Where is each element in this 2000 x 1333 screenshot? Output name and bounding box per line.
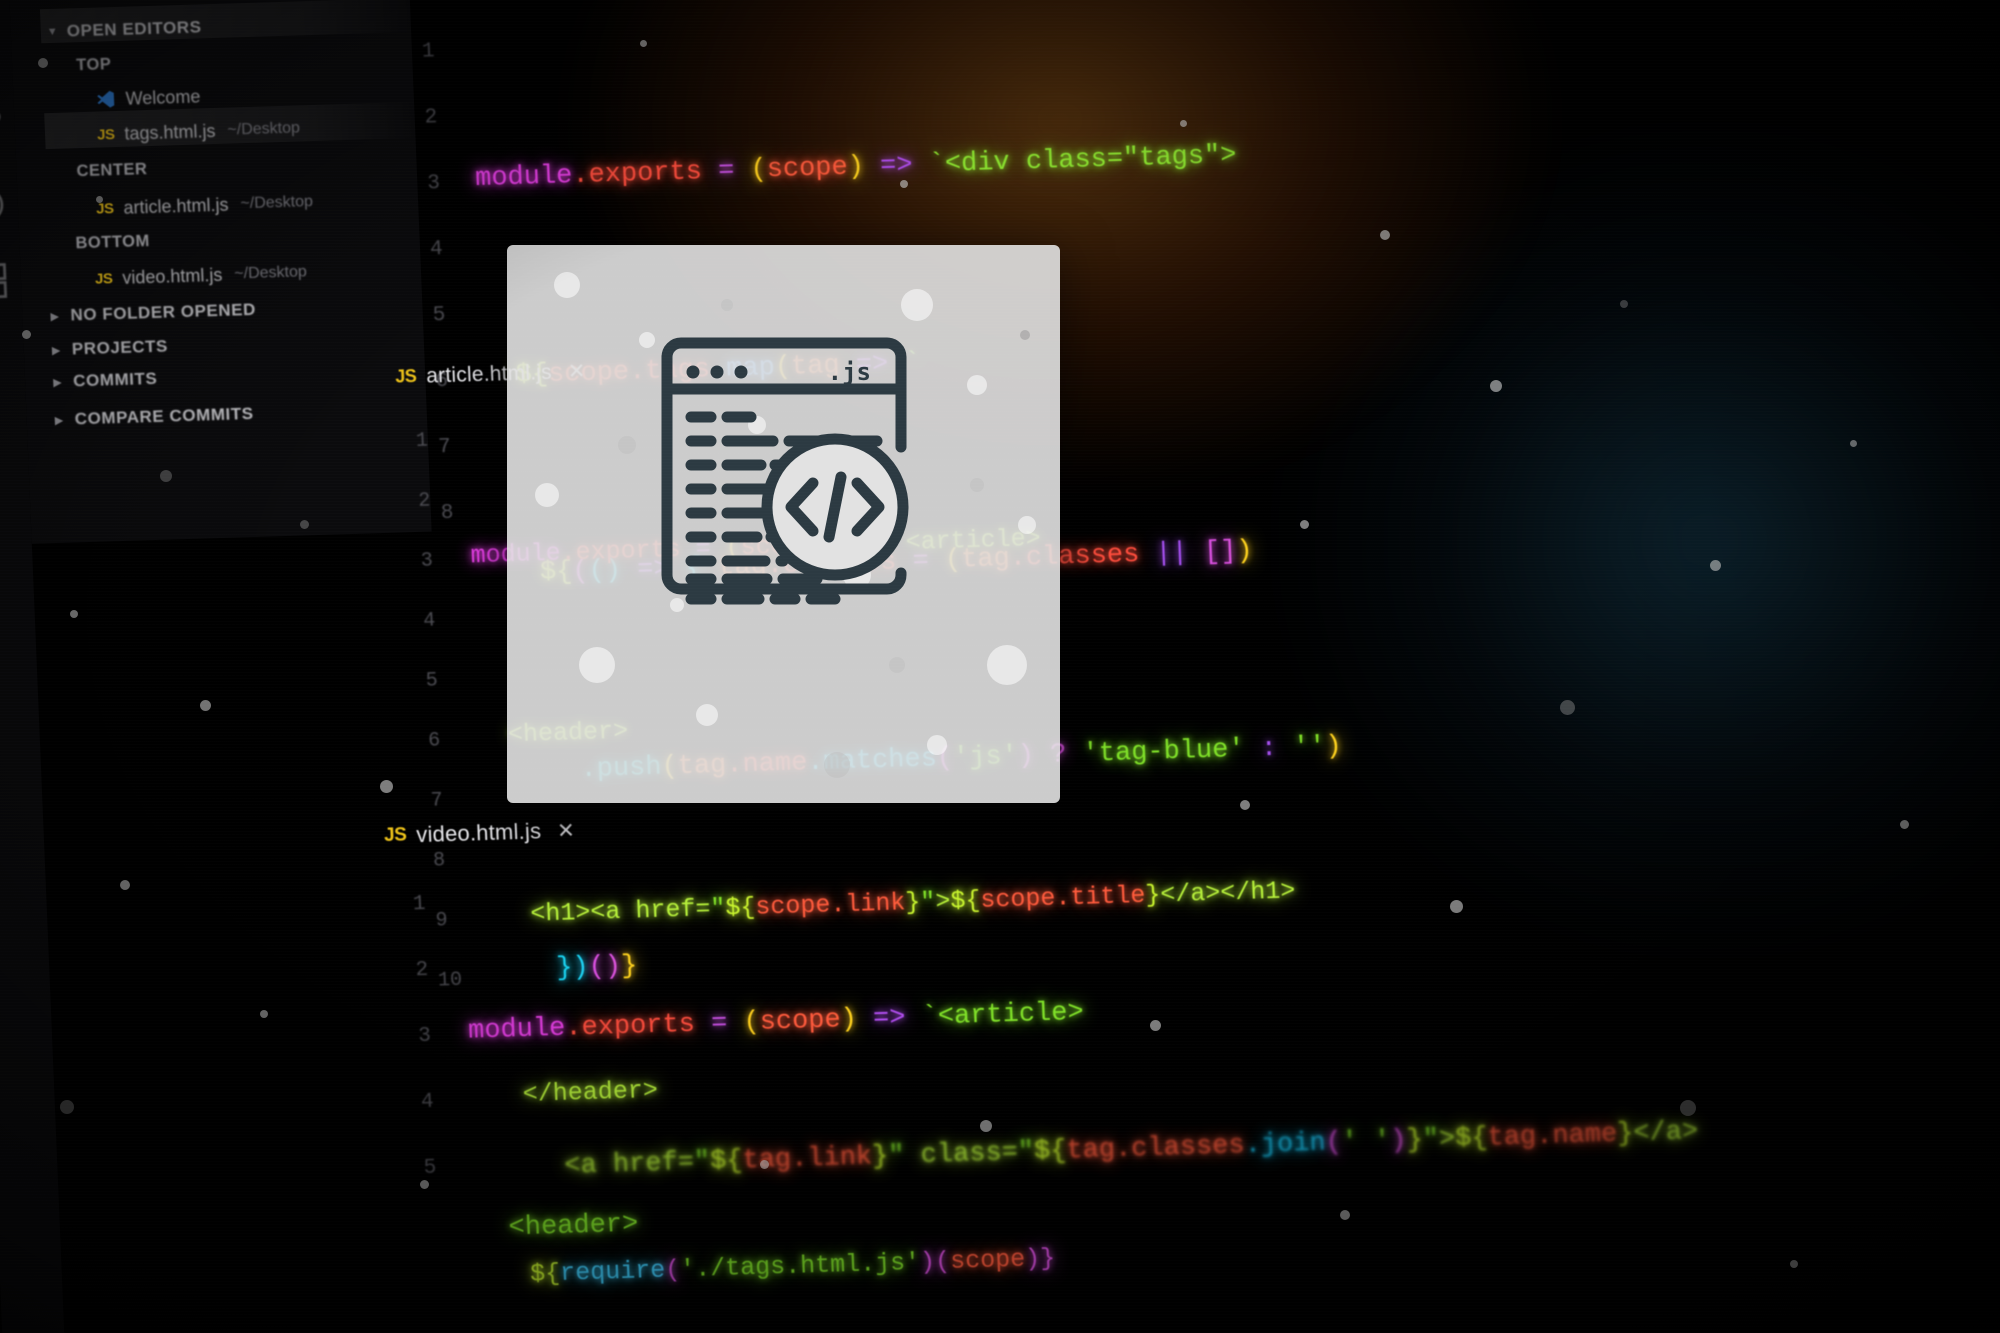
- js-icon: JS: [96, 125, 115, 144]
- js-icon: JS: [383, 824, 407, 847]
- vscode-icon: [95, 88, 116, 111]
- js-code-window-icon: .js: [649, 317, 919, 607]
- search-icon[interactable]: [0, 40, 5, 89]
- files-icon[interactable]: [0, 0, 3, 28]
- chevron-right-icon: ▶: [52, 376, 62, 389]
- js-icon: JS: [94, 269, 113, 288]
- chevron-right-icon: ▶: [51, 344, 61, 357]
- editor-bottom-code[interactable]: module.exports = (scope) => `<article> <…: [461, 846, 1187, 1333]
- explorer-sidebar: EXPLORER ▼ OPEN EDITORS TOP Welcome: [8, 0, 432, 544]
- sidebar-section-open-editors[interactable]: ▼ OPEN EDITORS: [46, 4, 203, 55]
- js-icon: JS: [95, 199, 114, 218]
- extensions-icon[interactable]: [0, 256, 14, 305]
- js-icon: JS: [394, 365, 417, 387]
- svg-text:.js: .js: [827, 358, 870, 386]
- chevron-right-icon: ▶: [50, 310, 60, 323]
- run-debug-icon[interactable]: [0, 180, 11, 229]
- source-control-icon[interactable]: [0, 106, 8, 155]
- chevron-right-icon: ▶: [54, 414, 64, 427]
- chevron-down-icon: ▼: [46, 25, 58, 39]
- editor-bottom-gutter: 12345: [412, 892, 437, 1181]
- tab-close-icon[interactable]: ✕: [557, 818, 576, 844]
- overlay-card: .js: [507, 245, 1060, 803]
- sidebar-section-compare-commits[interactable]: ▶ COMPARE COMMITS: [54, 391, 255, 443]
- screenshot-root: EXPLORER ▼ OPEN EDITORS TOP Welcome: [0, 0, 2000, 1333]
